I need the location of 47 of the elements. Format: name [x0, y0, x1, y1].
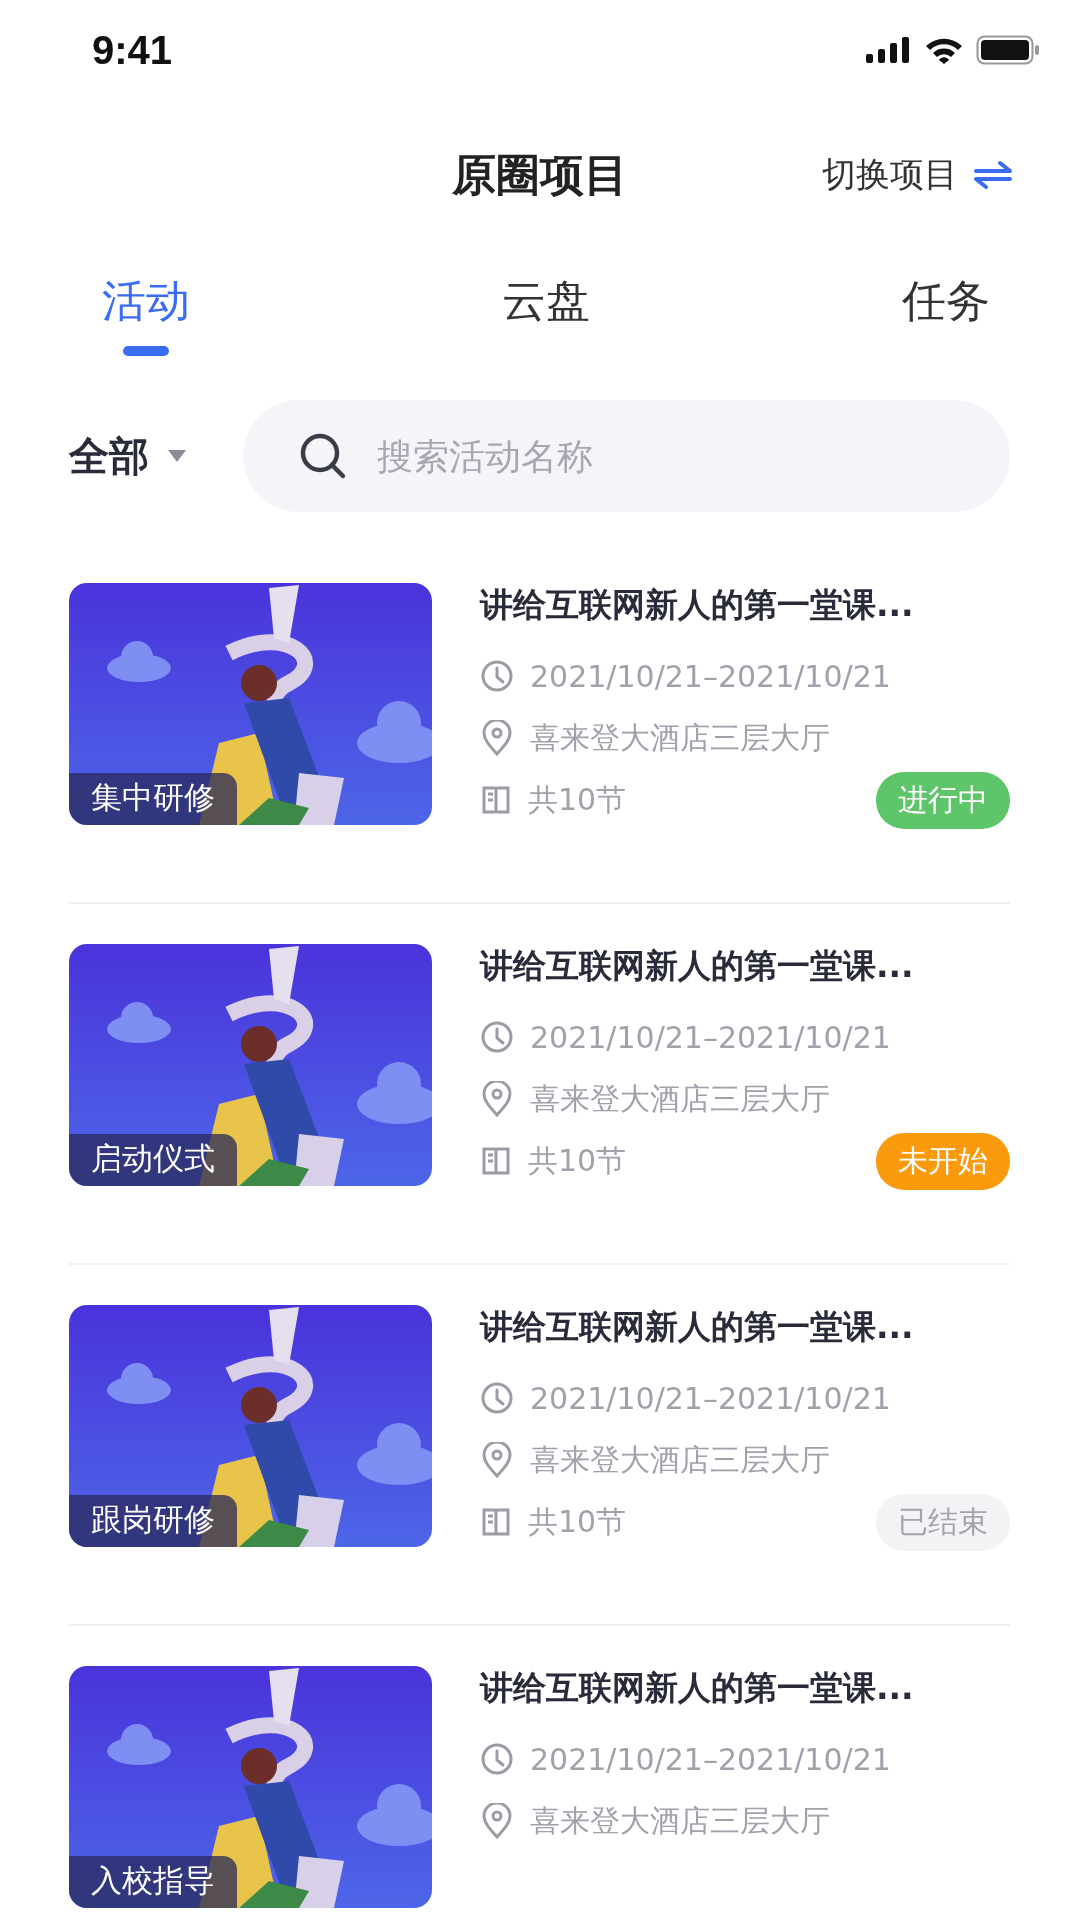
status-badge: 进行中 [876, 771, 1010, 829]
caret-icon [167, 449, 187, 463]
activity-title[interactable]: 讲给互联网新人的第一堂课... [480, 583, 1010, 628]
category-label: 跟岗研修 [69, 1495, 237, 1547]
activity-title[interactable]: 讲给互联网新人的第一堂课... [480, 944, 1010, 989]
battery-icon [976, 35, 1040, 65]
status-time: 9:41 [92, 27, 173, 73]
signal-icon [866, 37, 912, 63]
location-text: 喜来登大酒店三层大厅 [530, 1801, 830, 1840]
date-range: 2021/10/21–2021/10/21 [530, 658, 891, 694]
category-label: 入校指导 [69, 1856, 237, 1908]
clock-icon [480, 1381, 514, 1415]
category-label: 启动仪式 [69, 1134, 237, 1186]
book-icon [480, 784, 512, 816]
swap-icon [972, 159, 1014, 191]
activity-title[interactable]: 讲给互联网新人的第一堂课... [480, 1305, 1010, 1350]
session-count: 共10节 [528, 1502, 627, 1541]
clock-icon [480, 1742, 514, 1776]
tab[interactable]: 活动 [82, 250, 210, 360]
location-pin-icon [480, 1442, 514, 1478]
page-title: 原圈项目 [452, 147, 628, 202]
location-pin-icon [480, 1803, 514, 1839]
switch-project-button[interactable]: 切换项目 [822, 152, 1014, 198]
location-text: 喜来登大酒店三层大厅 [530, 718, 830, 757]
date-range: 2021/10/21–2021/10/21 [530, 1380, 891, 1416]
filter-dropdown[interactable]: 全部 [69, 428, 187, 484]
clock-icon [480, 659, 514, 693]
tab[interactable]: 任务 [882, 250, 1010, 360]
book-icon [480, 1145, 512, 1177]
session-count: 共10节 [528, 780, 627, 819]
date-range: 2021/10/21–2021/10/21 [530, 1019, 891, 1055]
session-count: 共10节 [528, 1141, 627, 1180]
search-input[interactable]: 搜索活动名称 [375, 434, 970, 478]
date-range: 2021/10/21–2021/10/21 [530, 1741, 891, 1777]
location-text: 喜来登大酒店三层大厅 [530, 1440, 830, 1479]
status-badge: 已结束 [876, 1493, 1010, 1551]
location-pin-icon [480, 720, 514, 756]
location-pin-icon [480, 1081, 514, 1117]
tab[interactable]: 云盘 [482, 250, 610, 360]
category-label: 集中研修 [69, 773, 237, 825]
status-badge: 未开始 [876, 1132, 1010, 1190]
book-icon [480, 1506, 512, 1538]
clock-icon [480, 1020, 514, 1054]
activity-title[interactable]: 讲给互联网新人的第一堂课... [480, 1666, 1010, 1711]
wifi-icon [924, 36, 964, 64]
search-field[interactable]: 搜索活动名称 [243, 400, 1010, 512]
location-text: 喜来登大酒店三层大厅 [530, 1079, 830, 1118]
